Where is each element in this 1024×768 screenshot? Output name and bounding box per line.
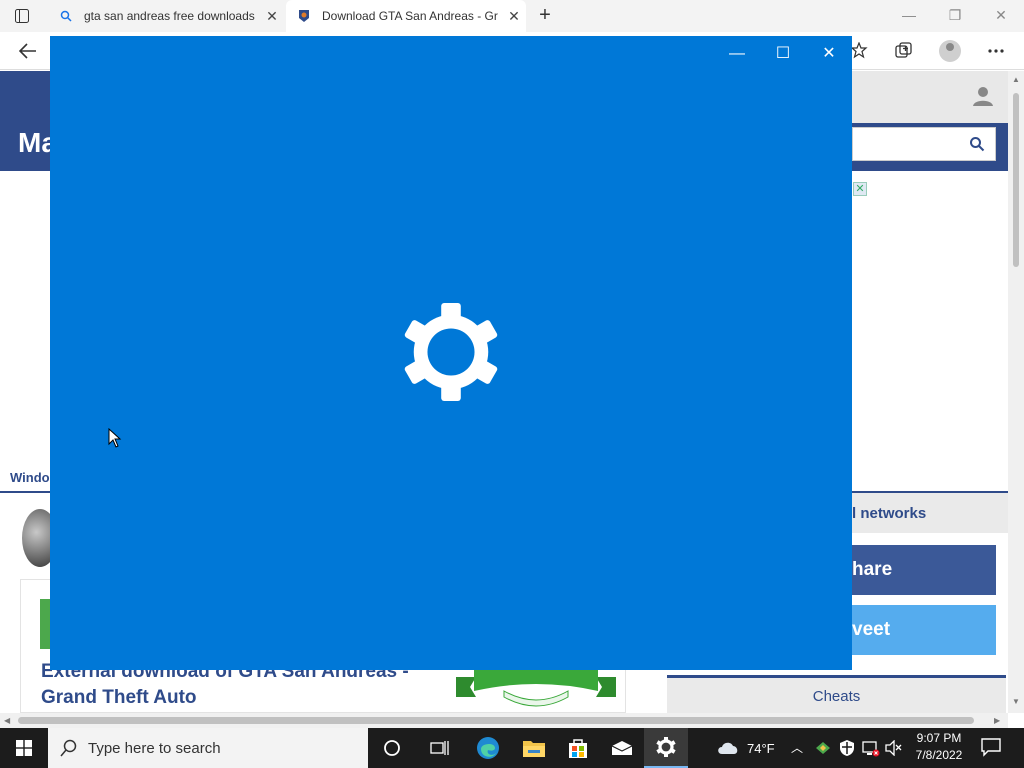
collections-icon[interactable] bbox=[890, 38, 918, 64]
search-icon[interactable] bbox=[969, 136, 985, 152]
splash-minimize-button[interactable]: — bbox=[714, 40, 760, 70]
tab-title: gta san andreas free downloads bbox=[84, 9, 255, 23]
splash-maximize-button[interactable]: ☐ bbox=[760, 40, 806, 70]
user-icon[interactable] bbox=[972, 85, 994, 107]
browser-close-button[interactable]: ✕ bbox=[978, 0, 1024, 32]
ad-close-button[interactable]: ✕ bbox=[853, 182, 867, 196]
tab-actions-icon[interactable] bbox=[10, 6, 34, 26]
site-search-input[interactable] bbox=[852, 127, 996, 161]
scrollbar-thumb[interactable] bbox=[18, 717, 974, 724]
taskbar: Type here to search 74°F ︿ 9:07 PM 7/8/2… bbox=[0, 728, 1024, 768]
cheats-section-header[interactable]: Cheats bbox=[667, 675, 1006, 713]
site-favicon-icon bbox=[296, 8, 312, 24]
taskbar-store-button[interactable] bbox=[556, 728, 600, 768]
breadcrumb[interactable]: Windo bbox=[10, 470, 50, 485]
clock-time: 9:07 PM bbox=[916, 731, 962, 745]
tweet-button[interactable]: veet bbox=[852, 605, 996, 655]
scroll-down-arrow-icon[interactable]: ▼ bbox=[1012, 697, 1020, 706]
mail-icon bbox=[611, 741, 633, 755]
browser-restore-button[interactable]: ❐ bbox=[932, 0, 978, 32]
facebook-share-button[interactable]: hare bbox=[852, 545, 996, 595]
task-view-icon bbox=[430, 741, 449, 755]
settings-gear-icon bbox=[404, 303, 498, 401]
tab-gta-download[interactable]: Download GTA San Andreas - Gr ✕ bbox=[286, 0, 526, 32]
weather-cloud-icon[interactable] bbox=[716, 739, 740, 755]
search-placeholder: Type here to search bbox=[88, 740, 221, 757]
task-view-button[interactable] bbox=[418, 728, 462, 768]
vertical-scrollbar[interactable]: ▲ ▼ bbox=[1008, 71, 1024, 713]
network-status-icon[interactable] bbox=[862, 739, 880, 757]
tray-app-icon[interactable] bbox=[815, 740, 831, 756]
browser-tab-bar: gta san andreas free downloads ✕ Downloa… bbox=[0, 0, 1024, 32]
more-menu-icon[interactable] bbox=[982, 38, 1010, 64]
clock-date: 7/8/2022 bbox=[915, 748, 963, 762]
scroll-left-arrow-icon[interactable]: ◀ bbox=[4, 716, 10, 725]
tab-title: Download GTA San Andreas - Gr bbox=[322, 9, 498, 23]
mouse-cursor-icon bbox=[108, 428, 122, 448]
store-bag-icon bbox=[569, 739, 587, 758]
user-strip bbox=[852, 71, 1008, 123]
social-networks-heading: l networks bbox=[852, 493, 1008, 533]
system-clock[interactable]: 9:07 PM 7/8/2022 bbox=[904, 730, 974, 764]
volume-muted-icon[interactable] bbox=[885, 740, 903, 756]
new-tab-button[interactable]: + bbox=[534, 4, 556, 28]
search-icon bbox=[60, 739, 77, 757]
tray-chevron-up-icon[interactable]: ︿ bbox=[791, 739, 803, 756]
folder-icon bbox=[523, 741, 545, 757]
notification-center-icon[interactable] bbox=[980, 736, 1002, 758]
windows-logo-icon bbox=[16, 740, 32, 756]
scroll-up-arrow-icon[interactable]: ▲ bbox=[1012, 75, 1020, 84]
scrollbar-thumb[interactable] bbox=[1013, 93, 1019, 267]
back-arrow-icon[interactable] bbox=[14, 38, 42, 64]
taskbar-file-explorer-button[interactable] bbox=[512, 728, 556, 768]
scroll-right-arrow-icon[interactable]: ▶ bbox=[994, 716, 1000, 725]
profile-avatar[interactable] bbox=[936, 38, 964, 64]
weather-temperature[interactable]: 74°F bbox=[747, 741, 775, 756]
taskbar-mail-button[interactable] bbox=[600, 728, 644, 768]
browser-minimize-button[interactable]: — bbox=[886, 0, 932, 32]
tab-close-icon[interactable]: ✕ bbox=[502, 8, 526, 25]
cortana-circle-icon bbox=[384, 740, 400, 756]
edge-browser-icon bbox=[477, 737, 499, 759]
start-button[interactable] bbox=[0, 728, 48, 768]
settings-gear-icon bbox=[656, 737, 676, 757]
tab-search-results[interactable]: gta san andreas free downloads ✕ bbox=[48, 0, 284, 32]
cortana-button[interactable] bbox=[370, 728, 414, 768]
taskbar-search-input[interactable]: Type here to search bbox=[48, 728, 368, 768]
security-shield-icon[interactable] bbox=[839, 739, 855, 757]
taskbar-edge-button[interactable] bbox=[466, 728, 510, 768]
search-icon bbox=[58, 8, 74, 24]
tab-close-icon[interactable]: ✕ bbox=[260, 8, 284, 25]
taskbar-settings-button[interactable] bbox=[644, 728, 688, 768]
settings-splash-window[interactable]: — ☐ ✕ bbox=[50, 36, 852, 670]
splash-close-button[interactable]: ✕ bbox=[806, 40, 852, 70]
horizontal-scrollbar[interactable]: ◀ ▶ bbox=[0, 713, 1008, 728]
